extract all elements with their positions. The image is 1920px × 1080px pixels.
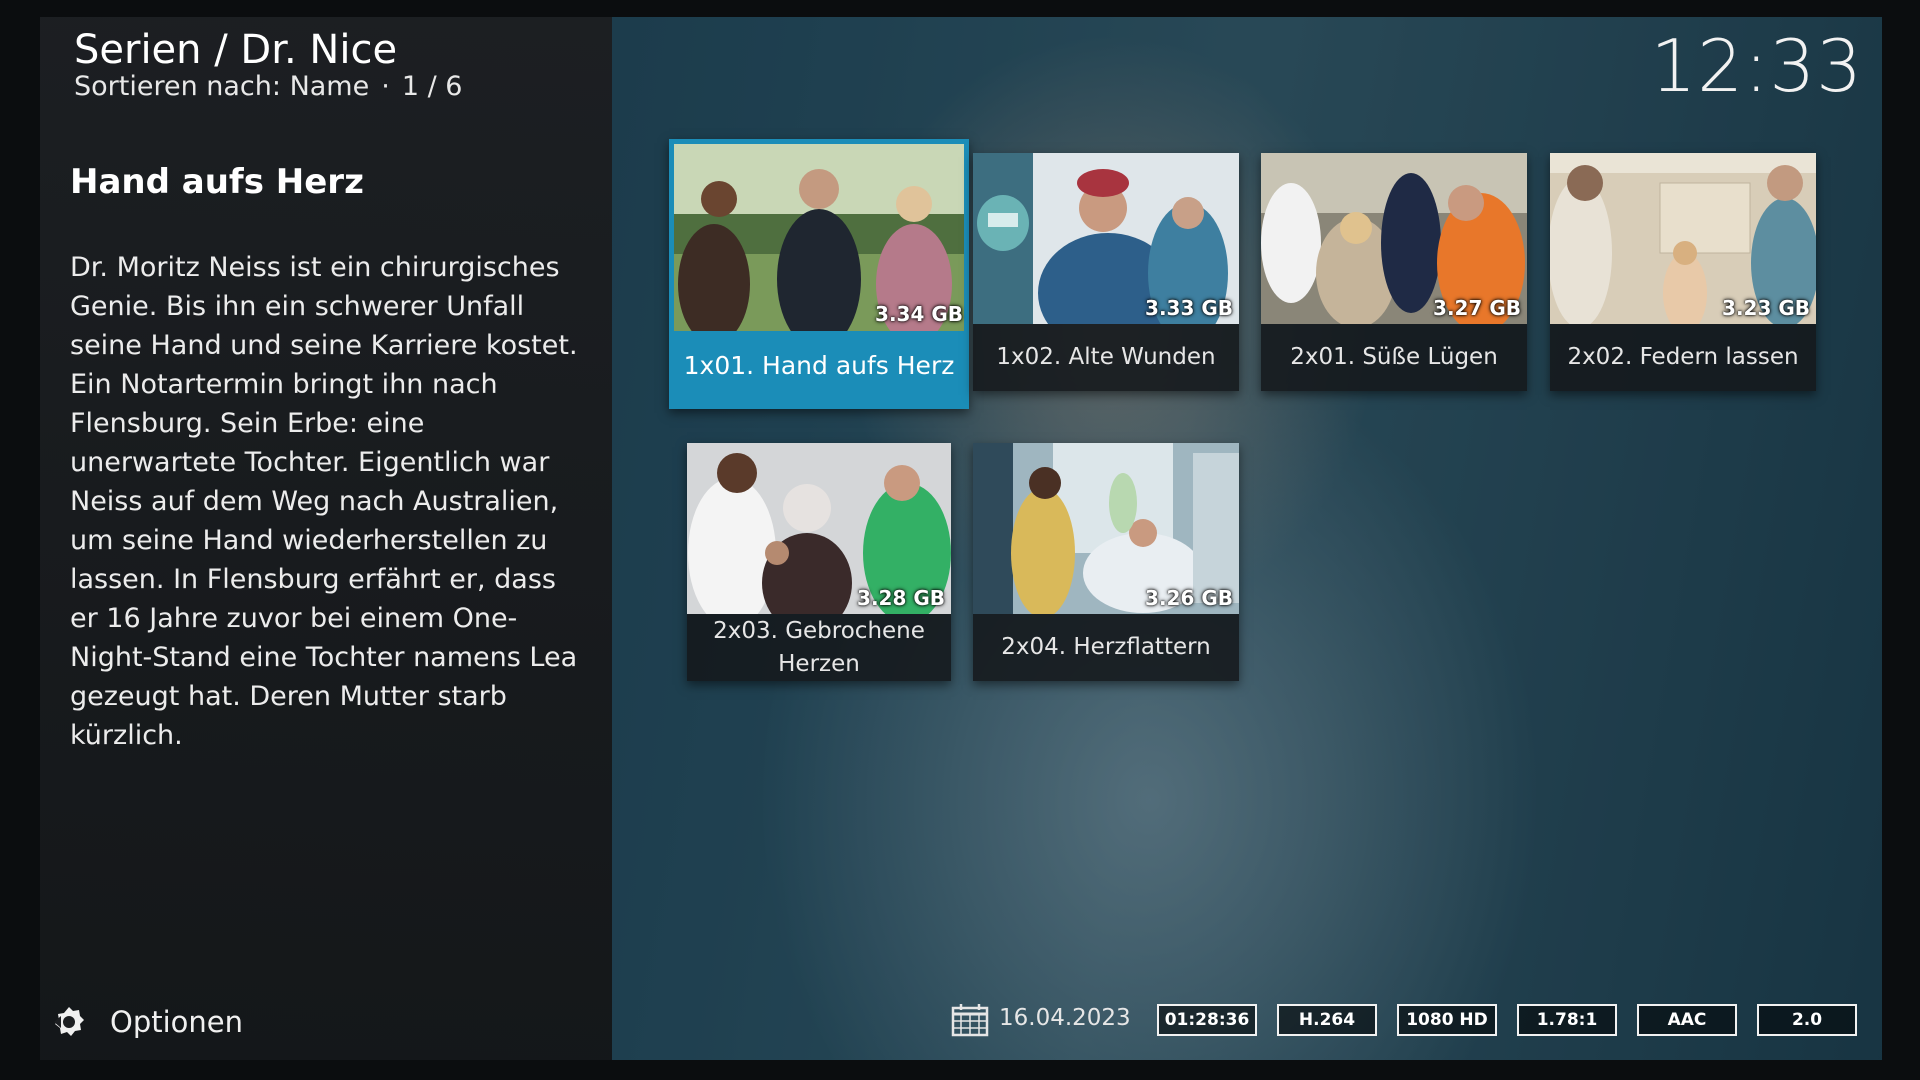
episode-tile-1[interactable]: 3.34 GB 1x01. Hand aufs Herz (669, 139, 969, 409)
page-title: Serien / Dr. Nice (74, 27, 398, 73)
episode-tile-2[interactable]: 3.33 GB 1x02. Alte Wunden (973, 153, 1239, 391)
frame-bottom (0, 1060, 1920, 1080)
video-codec-badge: H.264 (1277, 1004, 1377, 1036)
calendar-icon (951, 1004, 989, 1037)
episode-title: Hand aufs Herz (70, 162, 364, 202)
resolution-badge: 1080 HD (1397, 1004, 1497, 1036)
clock: 12:33 (1650, 24, 1863, 108)
aspect-ratio-badge: 1.78:1 (1517, 1004, 1617, 1036)
separator: · (381, 71, 390, 102)
episode-label: 2x02. Federn lassen (1567, 344, 1799, 370)
episode-label: 2x01. Süße Lügen (1290, 344, 1498, 370)
episode-tile-4[interactable]: 3.23 GB 2x02. Federn lassen (1550, 153, 1816, 391)
episode-label: 2x04. Herzflattern (1001, 634, 1211, 660)
duration-badge: 01:28:36 (1157, 1004, 1257, 1036)
sort-label[interactable]: Sortieren nach: Name (74, 71, 369, 102)
item-position: 1 / 6 (401, 71, 463, 102)
audio-channels-badge: 2.0 (1757, 1004, 1857, 1036)
episode-label: 1x01. Hand aufs Herz (683, 351, 955, 380)
options-gear-icon (54, 1007, 84, 1036)
episode-tile-6[interactable]: 3.26 GB 2x04. Herzflattern (973, 443, 1239, 681)
frame-top (0, 0, 1920, 17)
file-size: 3.27 GB (1433, 296, 1521, 320)
episode-tile-3[interactable]: 3.27 GB 2x01. Süße Lügen (1261, 153, 1527, 391)
file-size: 3.28 GB (857, 586, 945, 610)
options-label: Optionen (110, 1005, 244, 1039)
episode-tile-5[interactable]: 3.28 GB 2x03. Gebrochene Herzen (687, 443, 951, 681)
audio-codec-badge: AAC (1637, 1004, 1737, 1036)
frame-left (0, 0, 40, 1080)
options-button[interactable]: Optionen (52, 1000, 243, 1044)
file-size: 3.33 GB (1145, 296, 1233, 320)
file-size: 3.26 GB (1145, 586, 1233, 610)
premiered-date: 16.04.2023 (999, 1005, 1131, 1031)
file-size: 3.34 GB (875, 302, 963, 326)
episode-label: 1x02. Alte Wunden (996, 344, 1216, 370)
frame-right (1882, 0, 1920, 1080)
file-size: 3.23 GB (1722, 296, 1810, 320)
episode-plot: Dr. Moritz Neiss ist ein chirurgisches G… (70, 252, 578, 751)
episode-label: 2x03. Gebrochene Herzen (713, 618, 925, 677)
sort-info: Sortieren nach: Name · 1 / 6 (74, 70, 462, 104)
